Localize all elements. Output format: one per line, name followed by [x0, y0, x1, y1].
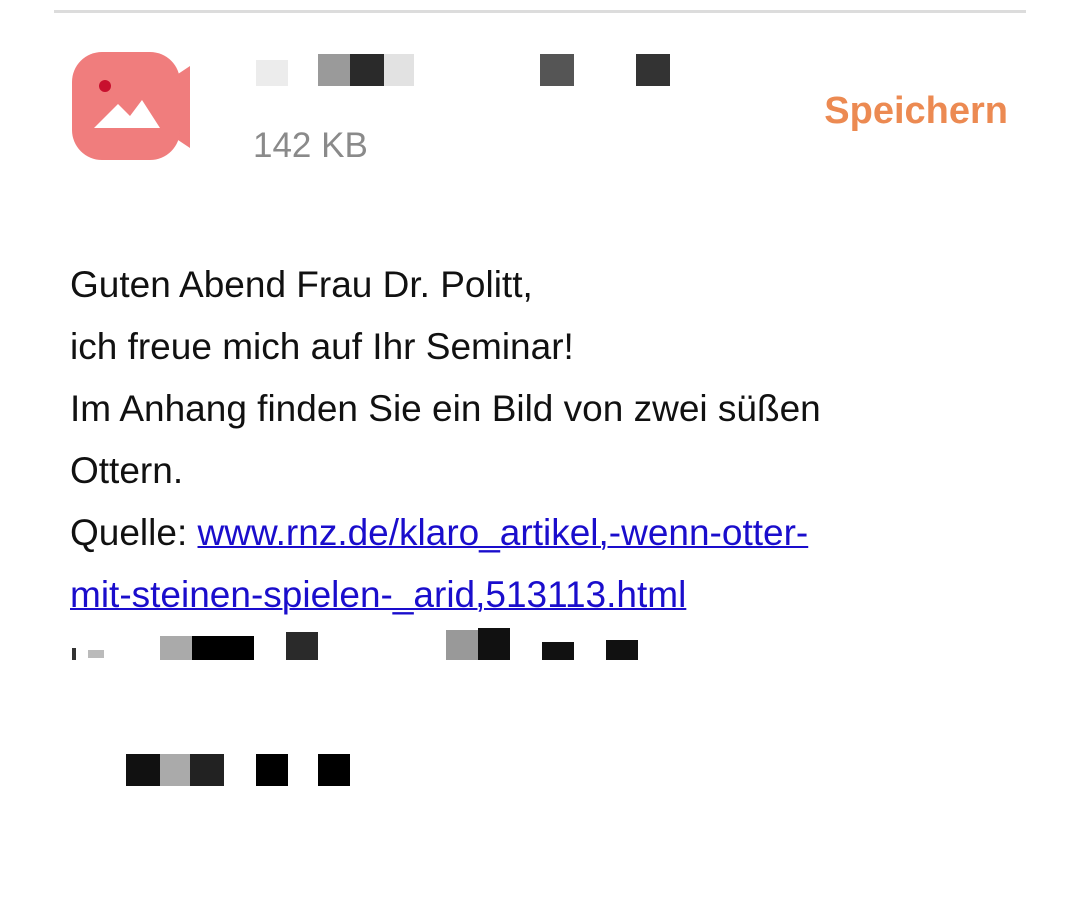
body-line-2: ich freue mich auf Ihr Seminar!	[70, 326, 574, 367]
source-link[interactable]: www.rnz.de/klaro_artikel,-wenn-otter-	[198, 512, 809, 553]
save-attachment-button[interactable]: Speichern	[824, 88, 1008, 134]
source-line-1: Quelle: www.rnz.de/klaro_artikel,-wenn-o…	[70, 502, 1030, 564]
message-body: Guten Abend Frau Dr. Politt, ich freue m…	[70, 254, 1030, 626]
body-line-4: Ottern.	[70, 450, 184, 491]
top-divider	[54, 10, 1026, 13]
image-attachment-icon[interactable]	[72, 52, 196, 160]
source-link-continued[interactable]: mit-steinen-spielen-_arid,513113.html	[70, 574, 686, 615]
greeting-line: Guten Abend Frau Dr. Politt,	[70, 264, 533, 305]
source-line-2: mit-steinen-spielen-_arid,513113.html	[70, 564, 1030, 626]
body-line-3: Im Anhang finden Sie ein Bild von zwei s…	[70, 388, 821, 429]
source-label: Quelle:	[70, 512, 198, 553]
attachment-file-size: 142 KB	[253, 126, 368, 165]
